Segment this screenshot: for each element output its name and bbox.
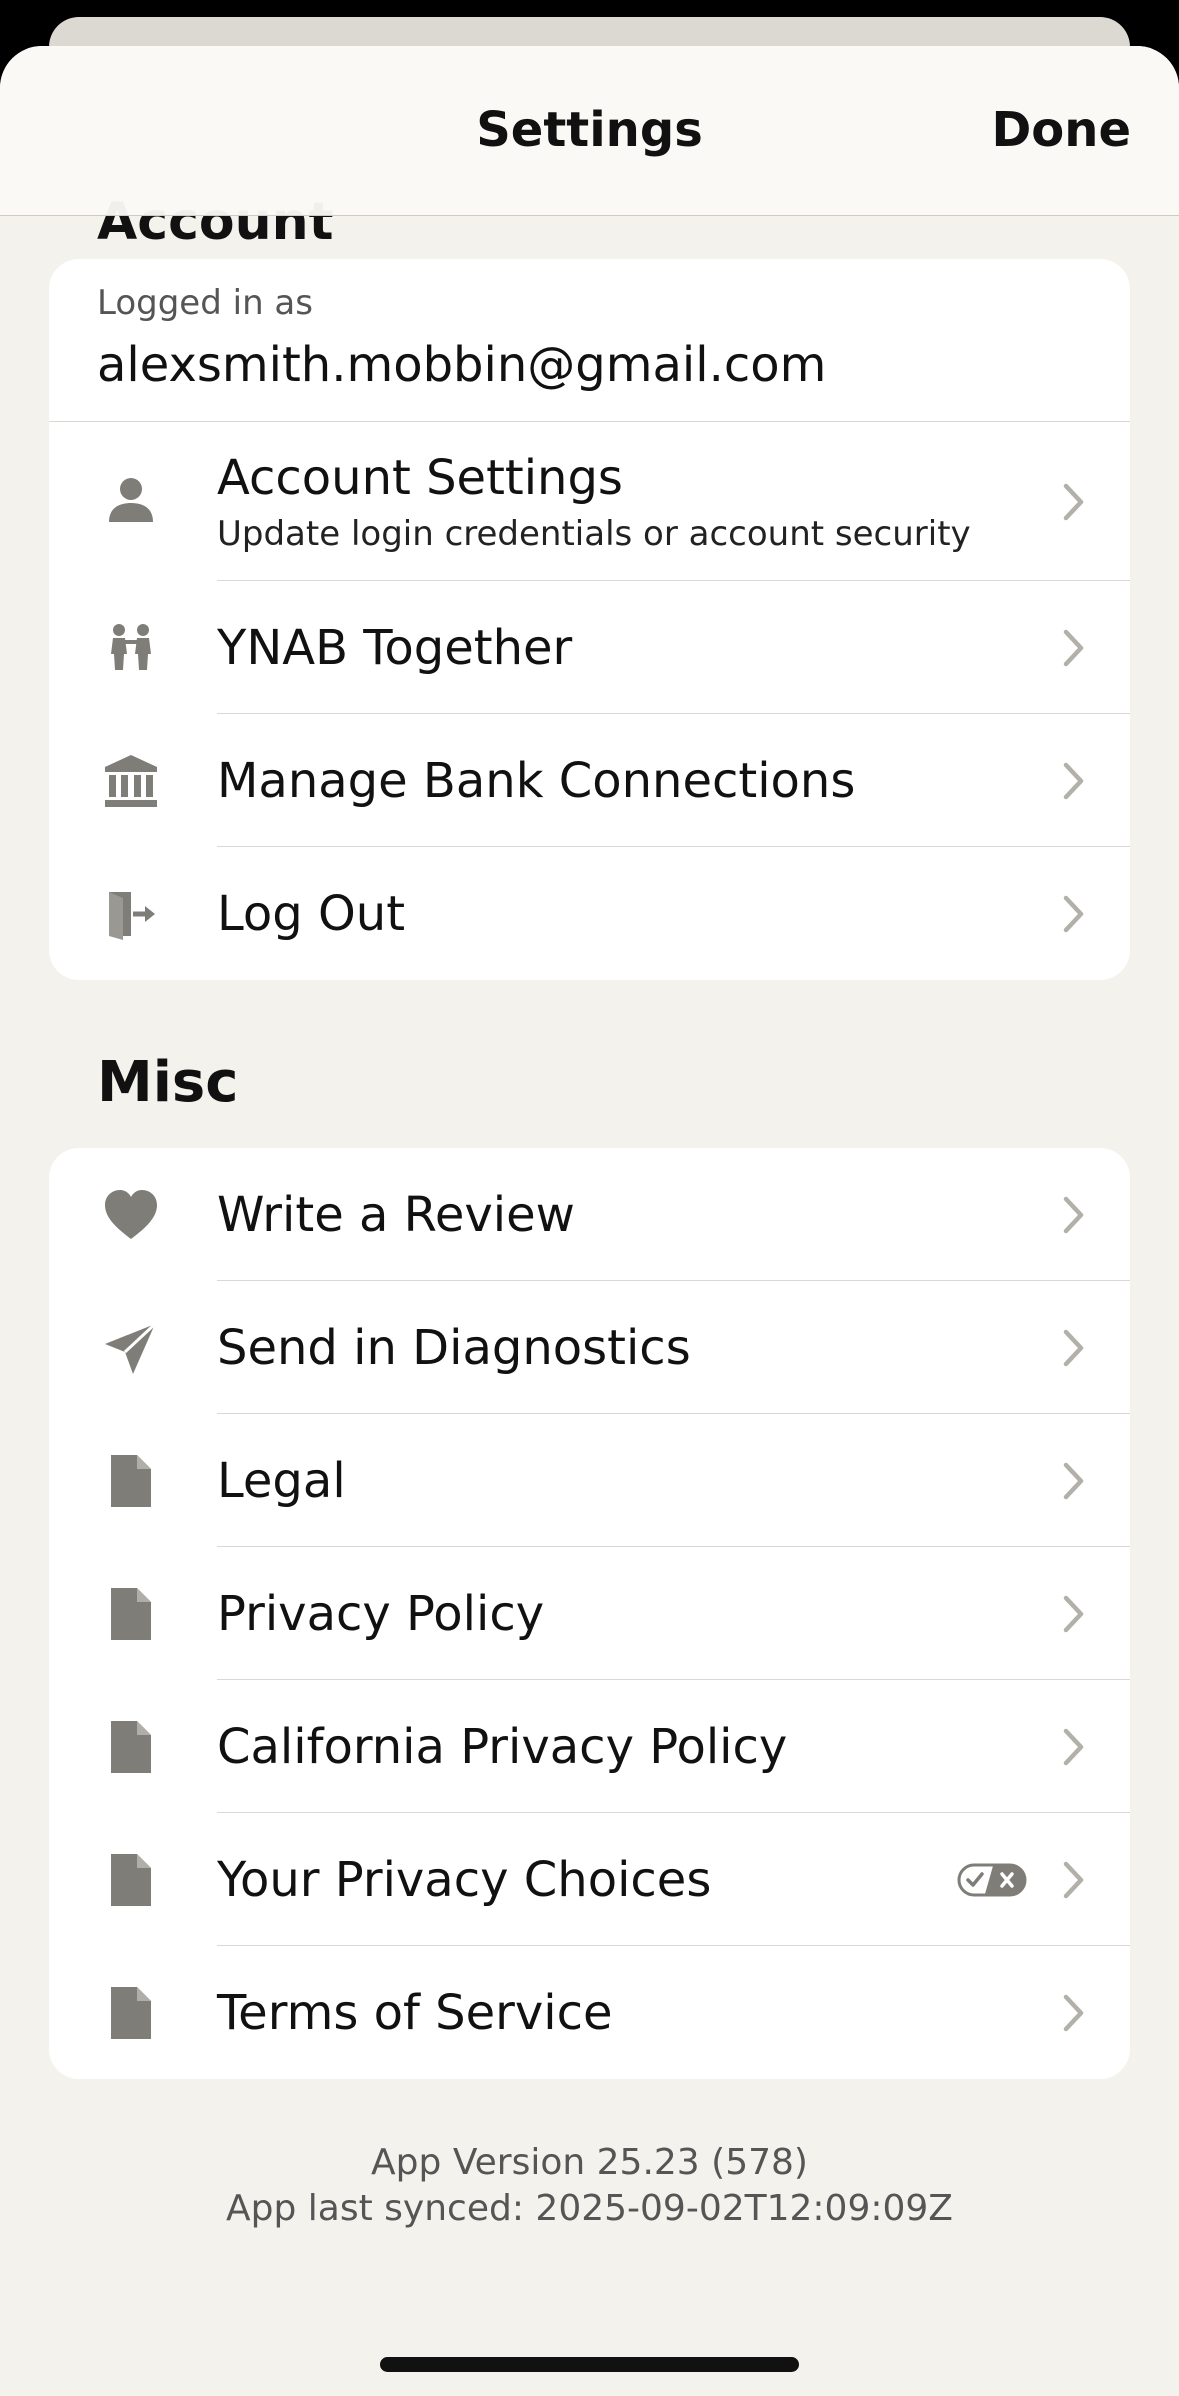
screen: Settings Done Account Logged in as alexs… — [0, 0, 1179, 2396]
chevron-right-icon — [1062, 1993, 1086, 2033]
account-settings-subtitle: Update login credentials or account secu… — [217, 513, 971, 554]
document-icon — [101, 1717, 161, 1777]
your-privacy-choices-label: Your Privacy Choices — [217, 1851, 712, 1908]
terms-of-service-label: Terms of Service — [217, 1984, 613, 2041]
logged-in-block: Logged in as alexsmith.mobbin@gmail.com — [49, 259, 1130, 422]
ynab-together-label: YNAB Together — [217, 619, 573, 676]
chevron-right-icon — [1062, 1727, 1086, 1767]
misc-card: Write a Review Send in Diagnostics Legal… — [49, 1148, 1130, 2079]
document-icon — [101, 1983, 161, 2043]
app-info-footer: App Version 25.23 (578) App last synced:… — [0, 2140, 1179, 2232]
navigation-bar: Settings Done — [0, 46, 1179, 216]
chevron-right-icon — [1062, 1461, 1086, 1501]
legal-row[interactable]: Legal — [49, 1414, 1130, 1547]
heart-icon — [101, 1185, 161, 1245]
home-indicator[interactable] — [380, 2357, 799, 2372]
privacy-policy-label: Privacy Policy — [217, 1585, 545, 1642]
write-review-row[interactable]: Write a Review — [49, 1148, 1130, 1281]
log-out-label: Log Out — [217, 885, 406, 942]
account-email: alexsmith.mobbin@gmail.com — [97, 337, 827, 393]
account-card: Logged in as alexsmith.mobbin@gmail.com … — [49, 259, 1130, 980]
paper-plane-icon — [101, 1318, 161, 1378]
chevron-right-icon — [1062, 1195, 1086, 1235]
done-button[interactable]: Done — [991, 102, 1131, 158]
log-out-row[interactable]: Log Out — [49, 847, 1130, 980]
account-settings-row[interactable]: Account Settings Update login credential… — [49, 422, 1130, 581]
privacy-policy-row[interactable]: Privacy Policy — [49, 1547, 1130, 1680]
chevron-right-icon — [1062, 1860, 1086, 1900]
document-icon — [101, 1451, 161, 1511]
logout-icon — [101, 884, 161, 944]
document-icon — [101, 1850, 161, 1910]
document-icon — [101, 1584, 161, 1644]
bank-icon — [101, 751, 161, 811]
write-review-label: Write a Review — [217, 1186, 575, 1243]
app-last-synced-text: App last synced: 2025-09-02T12:09:09Z — [226, 2188, 953, 2229]
terms-of-service-row[interactable]: Terms of Service — [49, 1946, 1130, 2079]
chevron-right-icon — [1062, 761, 1086, 801]
your-privacy-choices-row[interactable]: Your Privacy Choices — [49, 1813, 1130, 1946]
california-privacy-policy-row[interactable]: California Privacy Policy — [49, 1680, 1130, 1813]
chevron-right-icon — [1062, 628, 1086, 668]
chevron-right-icon — [1062, 1594, 1086, 1634]
misc-section-title: Misc — [97, 1050, 239, 1115]
person-icon — [101, 472, 161, 532]
legal-label: Legal — [217, 1452, 346, 1509]
logged-in-label: Logged in as — [97, 283, 313, 323]
send-diagnostics-row[interactable]: Send in Diagnostics — [49, 1281, 1130, 1414]
chevron-right-icon — [1062, 1328, 1086, 1368]
manage-bank-connections-label: Manage Bank Connections — [217, 752, 856, 809]
chevron-right-icon — [1062, 894, 1086, 934]
ynab-together-row[interactable]: YNAB Together — [49, 581, 1130, 714]
account-settings-label: Account Settings — [217, 449, 623, 506]
send-diagnostics-label: Send in Diagnostics — [217, 1319, 691, 1376]
app-version-text: App Version 25.23 (578) — [371, 2142, 808, 2183]
settings-sheet: Settings Done Account Logged in as alexs… — [0, 46, 1179, 2396]
chevron-right-icon — [1062, 482, 1086, 522]
manage-bank-connections-row[interactable]: Manage Bank Connections — [49, 714, 1130, 847]
people-icon — [101, 618, 161, 678]
privacy-options-icon — [957, 1863, 1027, 1897]
california-privacy-policy-label: California Privacy Policy — [217, 1718, 788, 1775]
